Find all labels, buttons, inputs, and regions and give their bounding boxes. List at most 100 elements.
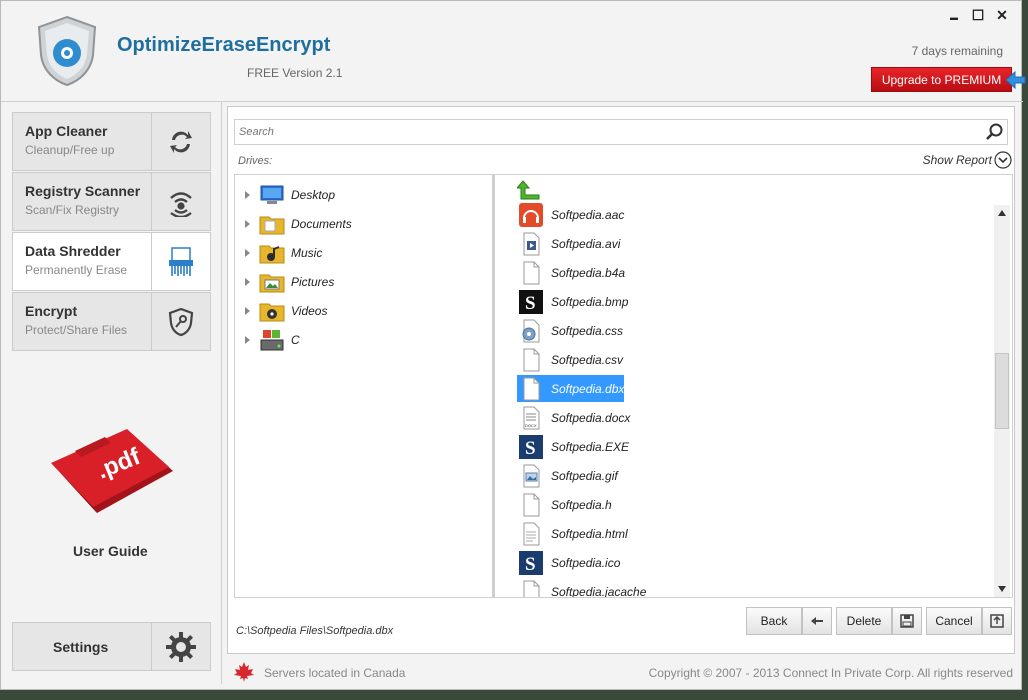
minimize-icon[interactable]: ▬	[947, 7, 961, 23]
file-item[interactable]: Softpedia.gif	[517, 462, 624, 489]
shredder-icon	[151, 233, 210, 290]
scroll-up-icon[interactable]	[994, 205, 1010, 221]
file-item[interactable]: Softpedia.avi	[517, 230, 624, 257]
copyright: Copyright © 2007 - 2013 Connect In Priva…	[648, 666, 1013, 680]
sidebar-item-app-cleaner[interactable]: App Cleaner Cleanup/Free up	[12, 112, 211, 171]
tree-item-c-drive[interactable]: C	[235, 328, 485, 354]
back-button[interactable]: Back	[746, 607, 802, 635]
file-item[interactable]: Softpedia.css	[517, 317, 624, 344]
file-item[interactable]: DOCX Softpedia.docx	[517, 404, 630, 431]
sidebar-item-registry-scanner[interactable]: Registry Scanner Scan/Fix Registry	[12, 172, 211, 231]
save-icon[interactable]	[892, 607, 922, 635]
file-list-scrollbar[interactable]	[994, 205, 1010, 597]
app-version: FREE Version 2.1	[247, 66, 343, 80]
file-item[interactable]: S Softpedia.ico	[517, 549, 624, 576]
export-icon[interactable]	[982, 607, 1012, 635]
upgrade-premium-button[interactable]: Upgrade to PREMIUM	[871, 67, 1012, 92]
close-icon[interactable]: ✕	[995, 7, 1009, 23]
sidebar-item-subtitle: Protect/Share Files	[25, 323, 128, 337]
expand-arrow-icon[interactable]	[245, 249, 250, 257]
tree-item-desktop[interactable]: Desktop	[235, 183, 485, 209]
sidebar-item-subtitle: Scan/Fix Registry	[25, 203, 120, 217]
tree-item-pictures[interactable]: Pictures	[235, 270, 485, 296]
sidebar-item-title: Encrypt	[25, 303, 78, 319]
file-name: Softpedia.docx	[551, 411, 631, 425]
sidebar-divider	[221, 102, 222, 684]
delete-button[interactable]: Delete	[836, 607, 892, 635]
app-window: OptimizeEraseEncrypt FREE Version 2.1 ▬ …	[0, 0, 1026, 690]
expand-arrow-icon[interactable]	[245, 307, 250, 315]
shield-key-icon	[151, 293, 210, 350]
file-item[interactable]: Softpedia.h	[517, 491, 624, 518]
gear-file-icon	[522, 319, 540, 343]
window-controls: ▬ ☐ ✕	[947, 7, 1009, 23]
file-name: Softpedia.html	[551, 527, 628, 541]
expand-arrow-icon[interactable]	[245, 191, 250, 199]
blank-file-icon	[523, 377, 540, 401]
docx-file-icon: DOCX	[523, 406, 540, 430]
tree-item-label: Desktop	[291, 188, 336, 202]
shield-logo-icon	[37, 15, 97, 87]
search-input[interactable]	[235, 120, 975, 144]
sidebar-item-encrypt[interactable]: Encrypt Protect/Share Files	[12, 292, 211, 351]
settings-button[interactable]: Settings	[12, 622, 211, 671]
file-name: Softpedia.gif	[551, 469, 618, 483]
file-item[interactable]: Softpedia.html	[517, 520, 628, 547]
search-icon[interactable]	[985, 122, 1005, 142]
sidebar-item-subtitle: Cleanup/Free up	[25, 143, 115, 157]
user-guide-link[interactable]: User Guide	[73, 543, 148, 559]
file-name: Softpedia.avi	[551, 237, 621, 251]
svg-text:DOCX: DOCX	[525, 423, 537, 428]
tree-item-documents[interactable]: Documents	[235, 212, 485, 238]
drives-tree: Desktop Documents Music Pictures Videos	[234, 174, 493, 598]
tree-item-videos[interactable]: Videos	[235, 299, 485, 325]
file-list: Softpedia.aac Softpedia.avi Softpedia.b4…	[493, 174, 1013, 598]
app-title: OptimizeEraseEncrypt	[117, 34, 331, 56]
file-name: Softpedia.jacache	[551, 585, 647, 598]
chevron-down-icon[interactable]	[994, 151, 1012, 169]
file-item[interactable]: Softpedia.jacache	[517, 578, 646, 597]
file-name: Softpedia.EXE	[551, 440, 630, 454]
expand-arrow-icon[interactable]	[245, 336, 250, 344]
blank-file-icon	[523, 493, 540, 517]
s-logo-icon: S	[519, 290, 543, 314]
file-name: Softpedia.csv	[551, 353, 624, 367]
expand-arrow-icon[interactable]	[245, 220, 250, 228]
file-item[interactable]: S Softpedia.bmp	[517, 288, 628, 315]
refresh-icon	[151, 113, 210, 170]
scroll-thumb[interactable]	[995, 353, 1009, 429]
show-report-link[interactable]: Show Report	[923, 153, 992, 167]
svg-text:S: S	[525, 293, 536, 314]
current-path: C:\Softpedia Files\Softpedia.dbx	[236, 625, 394, 637]
maximize-icon[interactable]: ☐	[971, 7, 985, 23]
blank-file-icon	[523, 580, 540, 597]
file-item-selected[interactable]: Softpedia.dbx	[517, 375, 624, 402]
text-file-icon	[523, 522, 540, 546]
svg-text:S: S	[525, 554, 536, 575]
arrow-left-icon[interactable]	[802, 607, 832, 635]
headphones-icon	[519, 203, 543, 227]
blank-file-icon	[523, 261, 540, 285]
file-name: Softpedia.dbx	[551, 382, 625, 396]
pdf-icon: .pdf	[51, 429, 173, 513]
cancel-button[interactable]: Cancel	[926, 607, 982, 635]
file-item[interactable]: Softpedia.b4a	[517, 259, 626, 286]
sidebar-item-subtitle: Permanently Erase	[25, 263, 128, 277]
search-box	[234, 119, 1008, 145]
tree-item-label: Documents	[291, 217, 352, 231]
scroll-down-icon[interactable]	[994, 581, 1010, 597]
file-item[interactable]: Softpedia.aac	[517, 201, 624, 228]
expand-arrow-icon[interactable]	[245, 278, 250, 286]
s-logo-icon: S	[519, 435, 543, 459]
up-folder-icon[interactable]	[517, 179, 543, 201]
servers-location: Servers located in Canada	[264, 666, 406, 680]
file-name: Softpedia.b4a	[551, 266, 626, 280]
sidebar-item-data-shredder[interactable]: Data Shredder Permanently Erase	[12, 232, 211, 291]
blank-file-icon	[523, 348, 540, 372]
file-item[interactable]: Softpedia.csv	[517, 346, 624, 373]
drive-icon	[260, 330, 284, 351]
file-item[interactable]: S Softpedia.EXE	[517, 433, 629, 460]
tree-item-music[interactable]: Music	[235, 241, 485, 267]
days-remaining: 7 days remaining	[911, 44, 1003, 58]
desktop-icon	[260, 185, 284, 204]
